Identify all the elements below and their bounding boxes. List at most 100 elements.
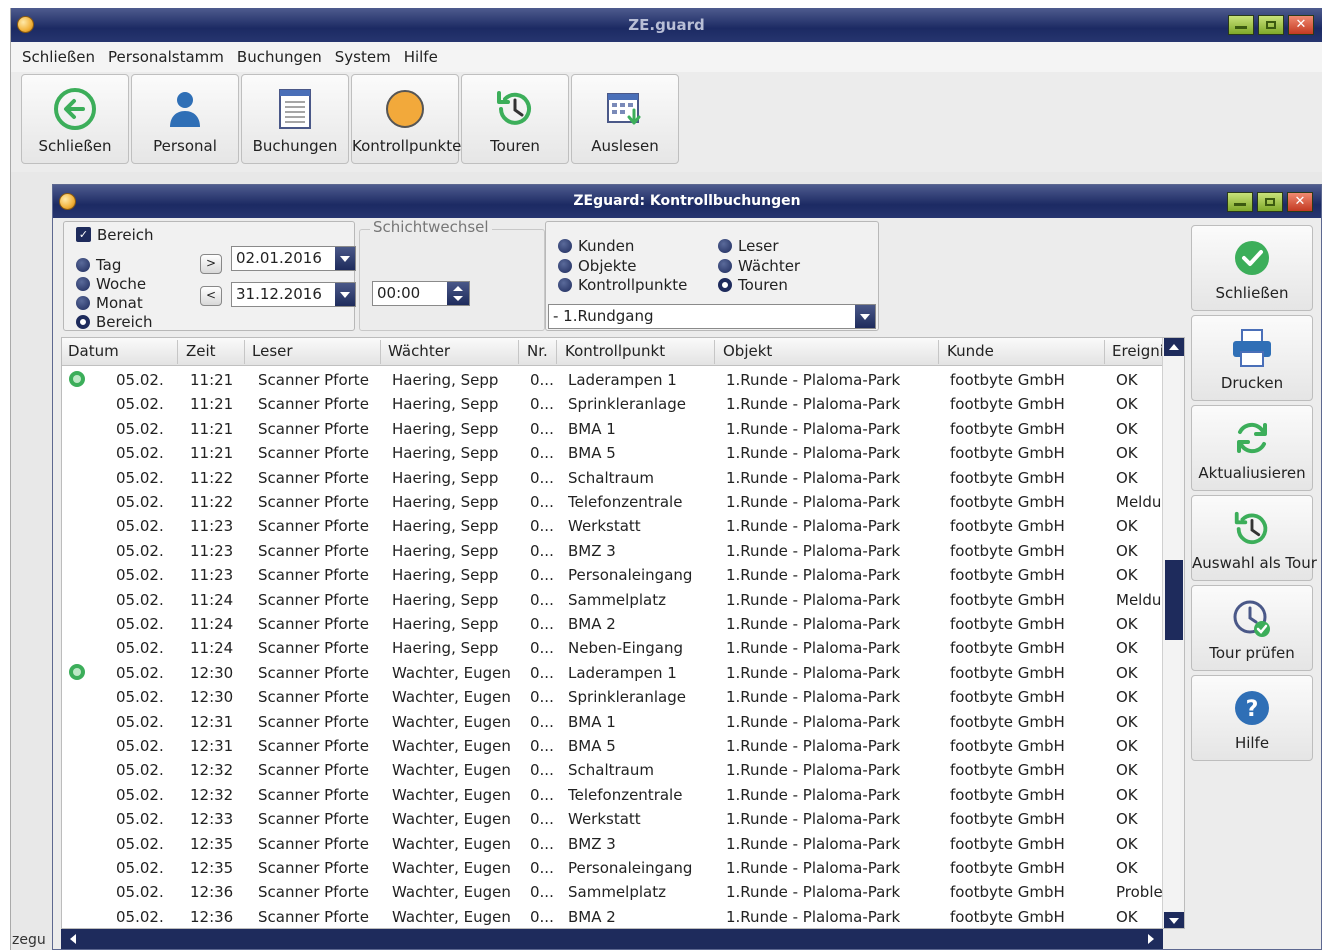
shift-time-field[interactable]: 00:00 (372, 281, 470, 306)
table-row[interactable]: 05.02. 12:31 Scanner Pforte Wachter, Eugen 0… (62, 734, 1162, 758)
col-leser[interactable]: Leser (252, 342, 293, 360)
menu-buchungen[interactable]: Buchungen (237, 48, 322, 66)
scroll-left-icon[interactable] (65, 931, 81, 947)
col-datum[interactable]: Datum (68, 342, 119, 360)
cell-customer: footbyte GmbH (950, 737, 1065, 755)
table-row[interactable]: 05.02. 11:21 Scanner Pforte Haering, Sepp 0.… (62, 392, 1162, 416)
table-row[interactable]: 05.02. 12:32 Scanner Pforte Wachter, Eugen 0… (62, 758, 1162, 782)
spinner-icon[interactable] (447, 282, 469, 305)
minimize-button[interactable] (1228, 15, 1254, 35)
date-to-dropdown-icon[interactable] (335, 283, 355, 306)
maximize-button[interactable] (1258, 15, 1284, 35)
date-to-field[interactable]: 31.12.2016 (231, 282, 356, 307)
menu-schliessen[interactable]: Schließen (22, 48, 95, 66)
personal-button[interactable]: Personal (131, 74, 239, 164)
tours-button[interactable]: Touren (461, 74, 569, 164)
table-row[interactable]: 05.02. 12:31 Scanner Pforte Wachter, Eugen 0… (62, 710, 1162, 734)
col-nr[interactable]: Nr. (527, 342, 548, 360)
cell-reader: Scanner Pforte (258, 444, 369, 463)
cell-event: OK (1116, 834, 1138, 853)
vertical-scrollbar[interactable] (1162, 338, 1184, 928)
radio-dot-icon (76, 276, 90, 291)
cell-object: 1.Runde - Plaloma-Park (726, 639, 901, 658)
scroll-up-icon[interactable] (1164, 338, 1184, 356)
table-row[interactable]: 05.02. 11:22 Scanner Pforte Haering, Sepp 0.… (62, 466, 1162, 490)
table-row[interactable]: 05.02. 11:21 Scanner Pforte Haering, Sepp 0.… (62, 441, 1162, 465)
scroll-thumb[interactable] (1165, 560, 1183, 640)
selection-as-tour-button[interactable]: Auswahl als Tour (1191, 495, 1317, 581)
inner-maximize-button[interactable] (1257, 192, 1283, 212)
table-row[interactable]: 05.02. 12:36 Scanner Pforte Wachter, Eugen 0… (62, 880, 1163, 904)
table-row[interactable]: 05.02. 11:22 Scanner Pforte Haering, Sepp 0.… (62, 490, 1162, 514)
radio-waechter[interactable]: Wächter (718, 256, 800, 275)
radio-kunden[interactable]: Kunden (558, 236, 634, 255)
table-row[interactable]: 05.02. 12:35 Scanner Pforte Wachter, Eugen 0… (62, 856, 1162, 880)
history-clock-icon (497, 91, 531, 125)
date-from-field[interactable]: 02.01.2016 (231, 246, 356, 271)
inner-minimize-button[interactable] (1227, 192, 1253, 212)
radio-tag[interactable]: Tag (76, 255, 121, 274)
radio-touren[interactable]: Touren (718, 275, 788, 294)
cell-event: OK (1116, 541, 1138, 560)
menu-personalstamm[interactable]: Personalstamm (108, 48, 224, 66)
date-from-dropdown-icon[interactable] (335, 247, 355, 270)
table-row[interactable]: 05.02. 11:23 Scanner Pforte Haering, Sepp 0.… (62, 514, 1162, 538)
cell-time: 12:31 (190, 712, 234, 731)
help-button[interactable]: ? Hilfe (1191, 675, 1313, 761)
table-row[interactable]: 05.02. 12:36 Scanner Pforte Wachter, Eugen 0… (62, 905, 1162, 928)
col-objekt[interactable]: Objekt (723, 342, 772, 360)
read-button[interactable]: Auslesen (571, 74, 679, 164)
table-row[interactable]: 05.02. 11:23 Scanner Pforte Haering, Sepp 0.… (62, 539, 1162, 563)
next-date-button[interactable]: > (200, 254, 222, 274)
table-row[interactable]: 05.02. 12:32 Scanner Pforte Wachter, Eugen 0… (62, 783, 1162, 807)
radio-kontrollpunkte[interactable]: Kontrollpunkte (558, 275, 687, 294)
table-row[interactable]: 05.02. 11:23 Scanner Pforte Haering, Sepp 0.… (62, 563, 1162, 587)
scroll-right-icon[interactable] (1143, 931, 1159, 947)
bookings-button[interactable]: Buchungen (241, 74, 349, 164)
table-row[interactable]: 05.02. 12:30 Scanner Pforte Wachter, Eugen 0… (62, 685, 1162, 709)
cell-time: 12:33 (190, 810, 234, 829)
close-button-label: Schließen (38, 137, 112, 155)
prev-date-button[interactable]: < (200, 286, 222, 306)
print-button-label: Drucken (1220, 374, 1284, 392)
check-tour-button[interactable]: Tour prüfen (1191, 585, 1313, 671)
inner-close-button[interactable] (1287, 192, 1313, 212)
cell-point: Werkstatt (568, 517, 641, 536)
cell-customer: footbyte GmbH (950, 663, 1065, 682)
menu-system[interactable]: System (335, 48, 391, 66)
radio-monat[interactable]: Monat (76, 293, 143, 312)
table-row[interactable]: 05.02. 11:21 Scanner Pforte Haering, Sepp 0.… (62, 417, 1162, 441)
refresh-button[interactable]: Aktualiusieren (1191, 405, 1313, 491)
cell-time: 11:23 (190, 566, 234, 585)
table-row[interactable]: 05.02. 11:24 Scanner Pforte Haering, Sepp 0.… (62, 612, 1162, 636)
table-row[interactable]: 05.02. 12:30 Scanner Pforte Wachter, Eugen 0… (62, 661, 1162, 685)
cell-nr: 0... (530, 517, 554, 536)
radio-leser[interactable]: Leser (718, 236, 779, 255)
table-row[interactable]: 05.02. 11:21 Scanner Pforte Haering, Sepp 0.… (62, 368, 1162, 392)
col-kontrollpunkt[interactable]: Kontrollpunkt (565, 342, 665, 360)
close-button[interactable]: Schließen (21, 74, 129, 164)
print-button[interactable]: Drucken (1191, 315, 1313, 401)
range-checkbox[interactable]: ✓ Bereich (76, 225, 154, 244)
horizontal-scrollbar[interactable] (61, 929, 1163, 949)
checkpoints-button[interactable]: Kontrollpunkte (351, 74, 461, 164)
tour-select-dropdown-icon[interactable] (855, 305, 875, 328)
radio-woche[interactable]: Woche (76, 274, 146, 293)
table-row[interactable]: 05.02. 11:24 Scanner Pforte Haering, Sepp 0.… (62, 636, 1162, 660)
scroll-down-icon[interactable] (1164, 912, 1184, 928)
col-waechter[interactable]: Wächter (388, 342, 450, 360)
cell-date: 05.02. (116, 419, 164, 438)
radio-bereich[interactable]: Bereich (76, 312, 153, 331)
radio-dot-icon (718, 238, 732, 253)
col-zeit[interactable]: Zeit (186, 342, 216, 360)
col-ereignis[interactable]: Ereigni (1112, 342, 1164, 360)
close-window-button[interactable] (1288, 15, 1314, 35)
col-kunde[interactable]: Kunde (947, 342, 994, 360)
radio-objekte[interactable]: Objekte (558, 256, 637, 275)
table-row[interactable]: 05.02. 12:33 Scanner Pforte Wachter, Eugen 0… (62, 807, 1162, 831)
table-row[interactable]: 05.02. 12:35 Scanner Pforte Wachter, Eugen 0… (62, 832, 1162, 856)
side-close-button[interactable]: Schließen (1191, 225, 1313, 311)
menu-hilfe[interactable]: Hilfe (404, 48, 438, 66)
tour-select[interactable]: - 1.Rundgang (548, 304, 876, 329)
table-row[interactable]: 05.02. 11:24 Scanner Pforte Haering, Sepp 0.… (62, 588, 1162, 612)
